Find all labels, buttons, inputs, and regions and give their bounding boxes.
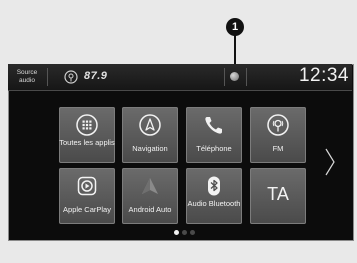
status-divider — [224, 68, 225, 86]
android-auto-icon — [142, 178, 158, 194]
tile-navigation[interactable]: Navigation — [122, 107, 178, 163]
tile-apple-carplay[interactable]: Apple CarPlay — [59, 168, 115, 224]
station-frequency: 87.9 — [84, 70, 108, 82]
tile-label: Android Auto — [128, 205, 172, 214]
carplay-icon — [77, 176, 97, 196]
radio-icon — [64, 70, 78, 84]
page-indicator — [190, 230, 195, 235]
radio-icon — [267, 114, 289, 136]
status-divider — [246, 68, 247, 86]
tile-label: Toutes les applis — [59, 138, 115, 147]
tile-phone[interactable]: Téléphone — [186, 107, 242, 163]
tile-ta[interactable]: TA — [250, 168, 306, 224]
bluetooth-icon — [208, 176, 220, 196]
callout-number: 1 — [226, 18, 244, 36]
grid-apps-icon — [76, 114, 98, 136]
tile-label: Apple CarPlay — [63, 205, 111, 214]
tile-fm[interactable]: FM — [250, 107, 306, 163]
indicator-light — [230, 72, 239, 81]
tile-label: Audio Bluetooth — [187, 199, 241, 208]
tile-audio-bluetooth[interactable]: Audio Bluetooth — [186, 168, 242, 224]
compass-icon — [139, 114, 161, 136]
tile-label: Navigation — [132, 144, 168, 153]
page-indicator-active — [174, 230, 179, 235]
tile-label: TA — [267, 184, 289, 204]
tile-all-apps[interactable]: Toutes les applis — [59, 107, 115, 163]
phone-icon — [205, 117, 222, 134]
clock: 12:34 — [298, 65, 349, 86]
source-audio-button[interactable]: Source audio — [14, 69, 40, 84]
page-indicator — [182, 230, 187, 235]
tile-android-auto[interactable]: Android Auto — [122, 168, 178, 224]
status-divider — [47, 68, 48, 86]
tile-label: Téléphone — [196, 144, 232, 153]
chevron-right-icon[interactable] — [324, 147, 336, 177]
tile-label: FM — [272, 144, 284, 153]
